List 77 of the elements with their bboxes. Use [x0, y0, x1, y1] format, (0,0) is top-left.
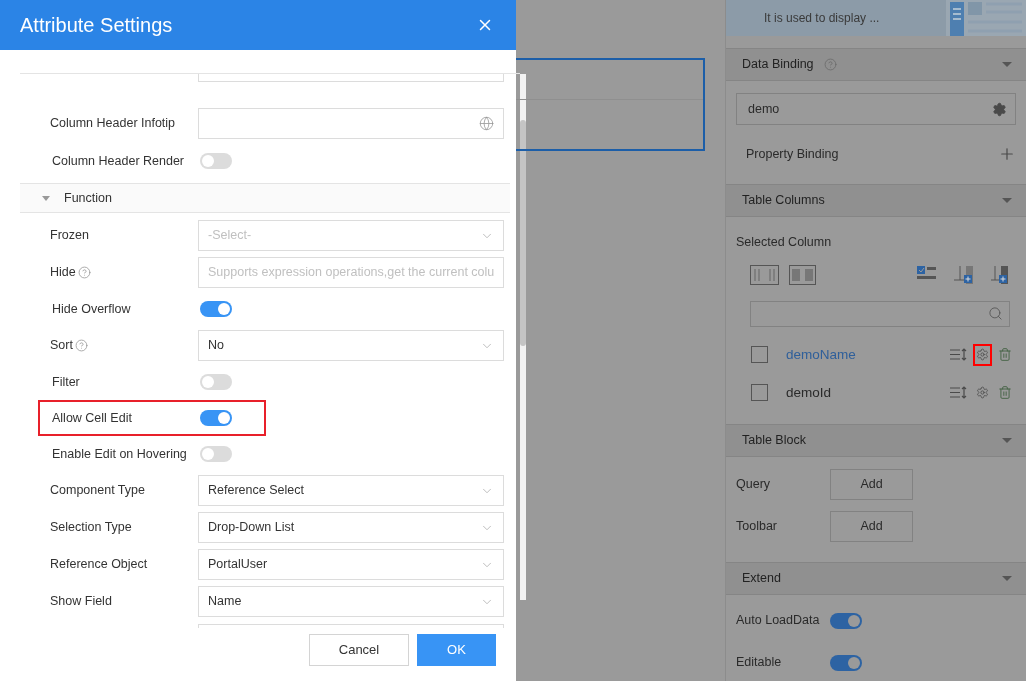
gear-icon[interactable]	[992, 101, 1007, 117]
input-field[interactable]	[198, 108, 505, 139]
sort-icon[interactable]	[950, 386, 967, 400]
caret-icon[interactable]	[1002, 197, 1012, 203]
toggle-switch[interactable]	[200, 153, 232, 169]
select-field[interactable]: PortalUser	[198, 549, 505, 580]
field-label: Column Header Render	[52, 152, 184, 170]
add-button[interactable]: Add	[830, 510, 913, 542]
settings-icon[interactable]	[976, 348, 989, 362]
field-label: Column Header Infotip	[50, 115, 176, 133]
switch-label: Auto LoadData	[736, 612, 821, 630]
property-binding-label: Property Binding	[746, 146, 839, 163]
field-label: Sort	[50, 337, 73, 355]
checkbox[interactable]	[751, 384, 768, 402]
settings-icon[interactable]	[976, 386, 989, 400]
field-label: Selection Type	[50, 519, 132, 537]
group-header[interactable]: Function	[20, 183, 511, 213]
field-label: Reference Object	[50, 556, 148, 574]
input-field[interactable]	[198, 74, 505, 82]
section-header[interactable]: Data Binding	[726, 48, 1026, 81]
layout-icon[interactable]	[750, 264, 779, 285]
select-field[interactable]: No	[198, 330, 505, 361]
field-label: Filter	[52, 373, 80, 391]
section-title: Table Block	[742, 431, 806, 449]
toggle-switch[interactable]	[830, 612, 862, 629]
dataset-field[interactable]: demo	[736, 93, 1016, 125]
field-label: Frozen	[50, 227, 89, 245]
trash-icon[interactable]	[998, 347, 1012, 363]
switch-label: Editable	[736, 654, 783, 672]
caret-icon[interactable]	[1002, 437, 1012, 443]
group-title: Function	[64, 189, 112, 207]
checklist-icon[interactable]	[917, 265, 936, 280]
layout-icon[interactable]	[789, 264, 816, 285]
select-field[interactable]: Drop-Down List	[198, 512, 505, 543]
select-field[interactable]: Reference Select	[198, 475, 505, 506]
add-button[interactable]: Add	[830, 468, 913, 500]
section-header[interactable]: Table Columns	[726, 183, 1026, 217]
add-column-icon[interactable]	[954, 265, 973, 284]
banner-text: It is used to display ...	[764, 10, 880, 27]
cancel-button[interactable]: Cancel	[309, 634, 409, 666]
select-field[interactable]: Name	[198, 586, 505, 617]
ok-button[interactable]: OK	[417, 634, 496, 666]
section-title: Data Binding	[742, 56, 814, 74]
add-column-icon[interactable]	[991, 265, 1008, 284]
block-label: Query	[736, 475, 772, 493]
section-title: Table Columns	[742, 191, 825, 209]
scrollbar-thumb[interactable]	[520, 120, 527, 346]
section-title: Extend	[742, 569, 781, 587]
toggle-switch[interactable]	[200, 410, 232, 426]
help-icon[interactable]	[77, 266, 91, 279]
caret-icon[interactable]	[1002, 575, 1012, 581]
subtitle: Selected Column	[736, 234, 832, 249]
field-label: Allow Cell Edit	[52, 409, 132, 427]
help-icon[interactable]	[823, 58, 837, 71]
field-label: Hide	[50, 264, 76, 282]
dialog-title: Attribute Settings	[20, 13, 173, 38]
trash-icon[interactable]	[998, 385, 1012, 401]
help-icon[interactable]	[74, 339, 88, 352]
toggle-switch[interactable]	[200, 301, 232, 317]
section-header[interactable]: Table Block	[726, 423, 1026, 457]
search-field[interactable]	[750, 300, 1010, 327]
globe-icon[interactable]	[479, 116, 495, 131]
field-label: Component Type	[50, 482, 145, 500]
toggle-switch[interactable]	[200, 446, 232, 462]
section-header[interactable]: Extend	[726, 561, 1026, 595]
block-label: Toolbar	[736, 517, 778, 535]
field-label: Show Field	[50, 593, 112, 611]
input-field[interactable]	[198, 624, 505, 628]
sort-icon[interactable]	[950, 348, 967, 362]
caret-icon[interactable]	[1002, 62, 1012, 67]
checkbox[interactable]	[751, 346, 768, 364]
toggle-switch[interactable]	[200, 374, 232, 390]
field-label: Enable Edit on Hovering	[52, 445, 187, 463]
field-label: Hide Overflow	[52, 300, 131, 318]
search-icon[interactable]	[988, 306, 1003, 322]
toggle-switch[interactable]	[830, 654, 862, 671]
column-item[interactable]: demoId	[736, 373, 1016, 412]
